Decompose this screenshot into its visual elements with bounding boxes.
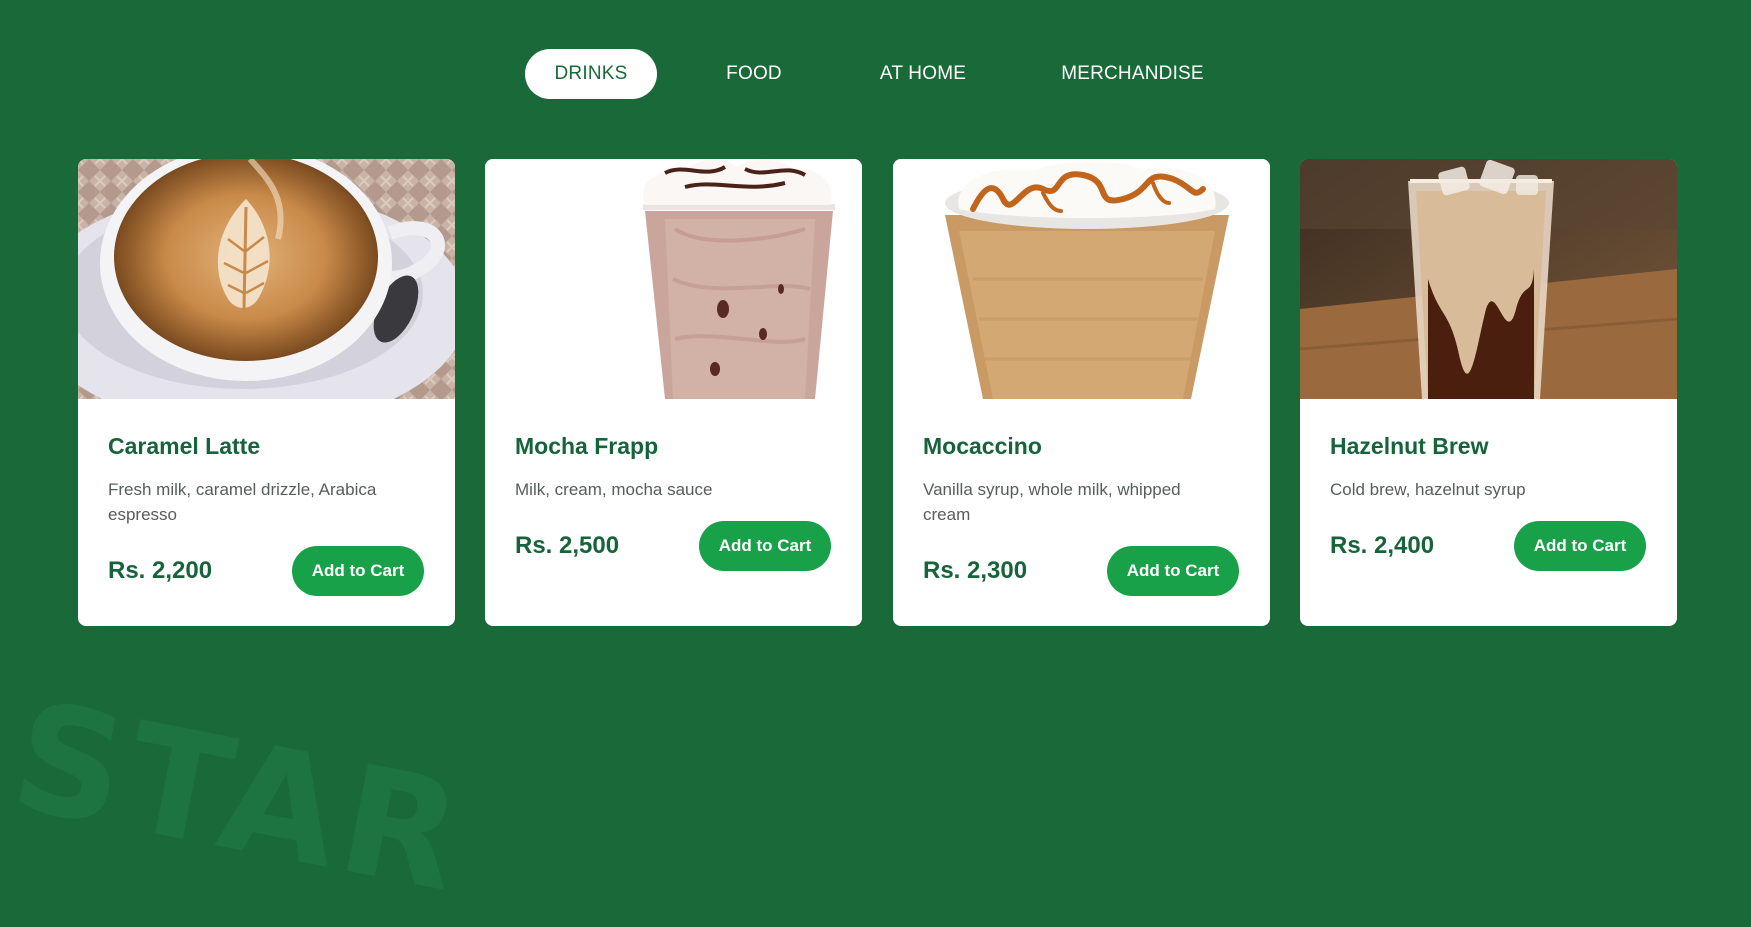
category-tabs: DRINKS FOOD AT HOME MERCHANDISE (0, 49, 1751, 99)
tab-merchandise[interactable]: MERCHANDISE (1040, 49, 1225, 99)
caramel-latte-image (78, 159, 455, 399)
tab-at-home[interactable]: AT HOME (858, 49, 988, 99)
product-description: Vanilla syrup, whole milk, whipped cream (923, 480, 1181, 524)
product-price: Rs. 2,200 (108, 557, 213, 584)
product-description: Fresh milk, caramel drizzle, Arabica esp… (108, 480, 377, 524)
add-to-cart-button[interactable]: Add to Cart (1107, 546, 1239, 596)
hazelnut-brew-image (1300, 159, 1677, 399)
product-name: Mocha Frapp (515, 433, 659, 459)
add-to-cart-button[interactable]: Add to Cart (292, 546, 424, 596)
tab-food[interactable]: FOOD (692, 49, 816, 99)
tab-drinks[interactable]: DRINKS (525, 49, 657, 99)
product-name: Hazelnut Brew (1330, 433, 1489, 459)
product-name: Mocaccino (923, 433, 1042, 459)
product-price: Rs. 2,400 (1330, 532, 1435, 559)
product-card: Caramel Latte Fresh milk, caramel drizzl… (78, 159, 455, 626)
product-description: Milk, cream, mocha sauce (515, 480, 713, 499)
mocha-frapp-image (485, 159, 862, 399)
add-to-cart-button[interactable]: Add to Cart (699, 521, 831, 571)
product-card: Hazelnut Brew Cold brew, hazelnut syrup … (1300, 159, 1677, 626)
mocaccino-image (893, 159, 1270, 399)
product-price: Rs. 2,500 (515, 532, 620, 559)
product-card: Mocha Frapp Milk, cream, mocha sauce Rs.… (485, 159, 862, 626)
product-description: Cold brew, hazelnut syrup (1330, 480, 1526, 499)
add-to-cart-button[interactable]: Add to Cart (1514, 521, 1646, 571)
product-card: Mocaccino Vanilla syrup, whole milk, whi… (893, 159, 1270, 626)
product-price: Rs. 2,300 (923, 557, 1028, 584)
product-name: Caramel Latte (108, 433, 261, 459)
brand-watermark: STAR (0, 669, 480, 927)
